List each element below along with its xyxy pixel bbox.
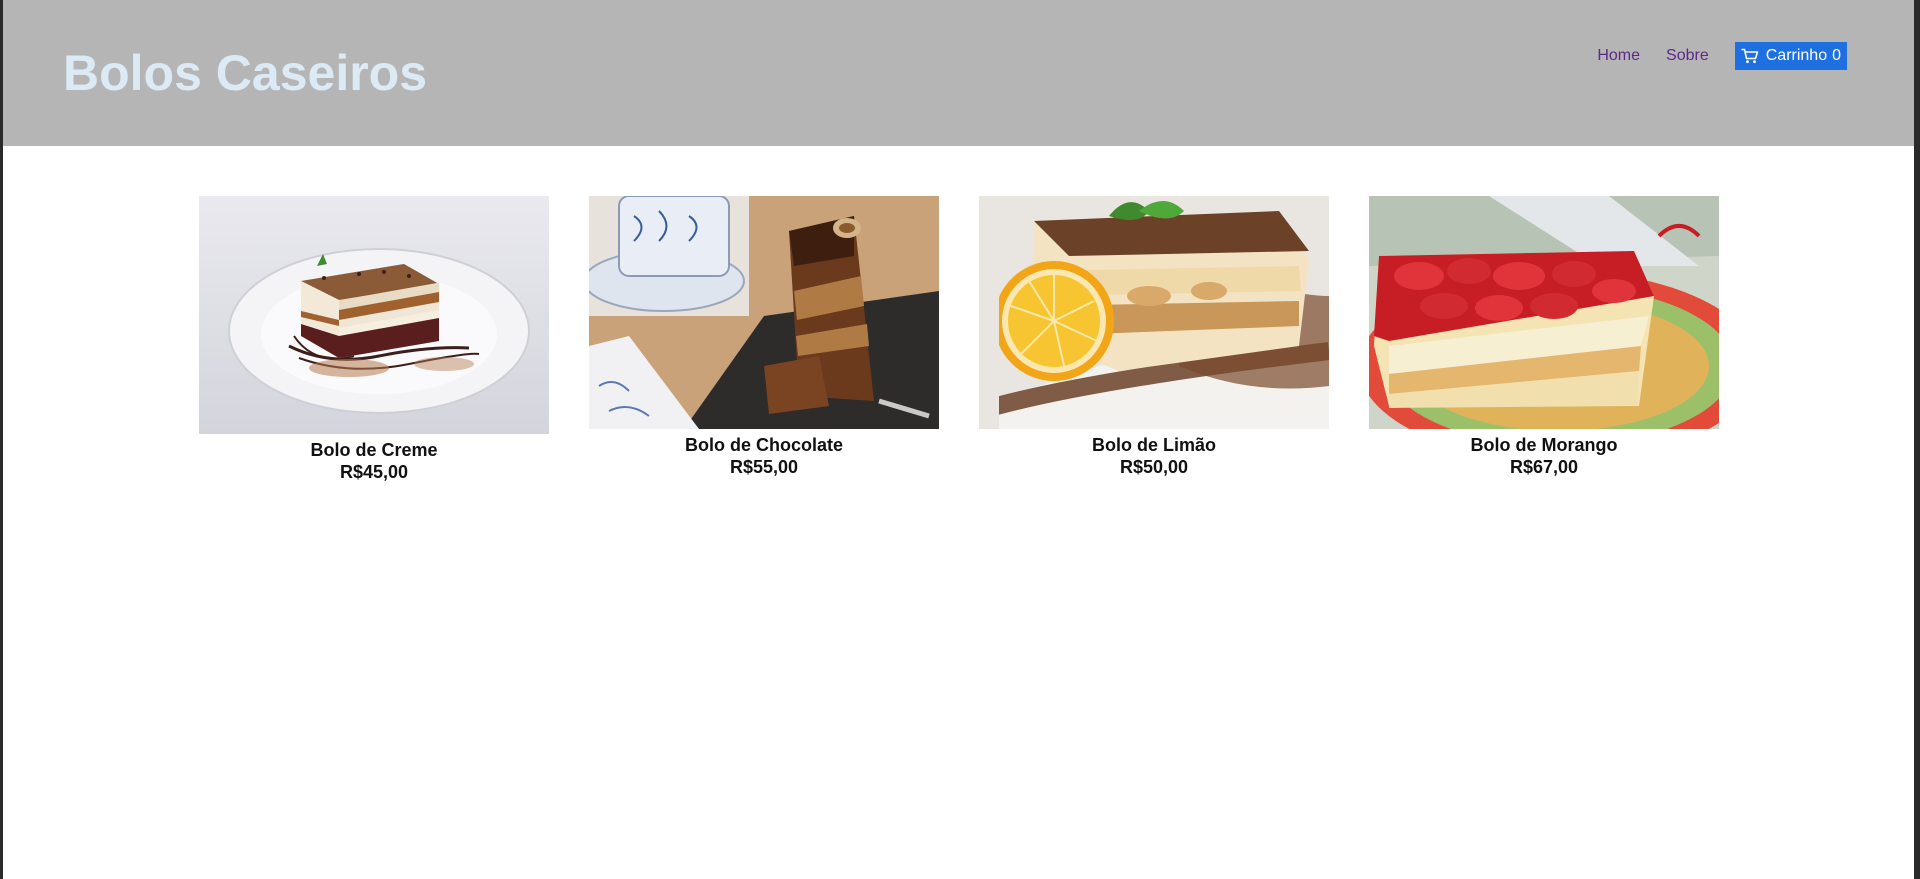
product-card[interactable]: Bolo de Morango R$67,00	[1369, 196, 1719, 483]
cart-button[interactable]: Carrinho 0	[1734, 42, 1847, 70]
cart-icon	[1740, 48, 1759, 64]
product-price: R$45,00	[339, 462, 409, 482]
product-name: Bolo de Creme	[310, 440, 438, 460]
site-header: Bolos Caseiros Home Sobre Carrinho 0	[3, 0, 1914, 146]
cart-count: 0	[1832, 47, 1841, 64]
product-image-chocolate-cake[interactable]	[589, 196, 939, 429]
main-nav: Home Sobre Carrinho 0	[1597, 42, 1847, 70]
product-name: Bolo de Morango	[1470, 435, 1618, 455]
product-image-strawberry-cake[interactable]	[1369, 196, 1719, 429]
product-card[interactable]: Bolo de Limão R$50,00	[979, 196, 1329, 483]
site-title[interactable]: Bolos Caseiros	[63, 44, 427, 102]
product-image-cream-cake[interactable]	[199, 196, 549, 434]
nav-about-link[interactable]: Sobre	[1666, 42, 1709, 70]
product-name: Bolo de Chocolate	[684, 435, 843, 455]
product-price: R$55,00	[729, 457, 799, 477]
product-price: R$67,00	[1509, 457, 1579, 477]
product-name: Bolo de Limão	[1091, 435, 1216, 455]
product-card[interactable]: Bolo de Chocolate R$55,00	[589, 196, 939, 483]
product-price: R$50,00	[1119, 457, 1189, 477]
product-grid: Bolo de Creme R$45,00 Bolo de Chocolate …	[199, 196, 1719, 483]
nav-home-link[interactable]: Home	[1597, 42, 1640, 70]
product-image-lemon-cake[interactable]	[979, 196, 1329, 429]
product-card[interactable]: Bolo de Creme R$45,00	[199, 196, 549, 483]
page-viewport: Bolos Caseiros Home Sobre Carrinho 0 Bol…	[3, 0, 1914, 879]
cart-label: Carrinho	[1765, 47, 1828, 64]
